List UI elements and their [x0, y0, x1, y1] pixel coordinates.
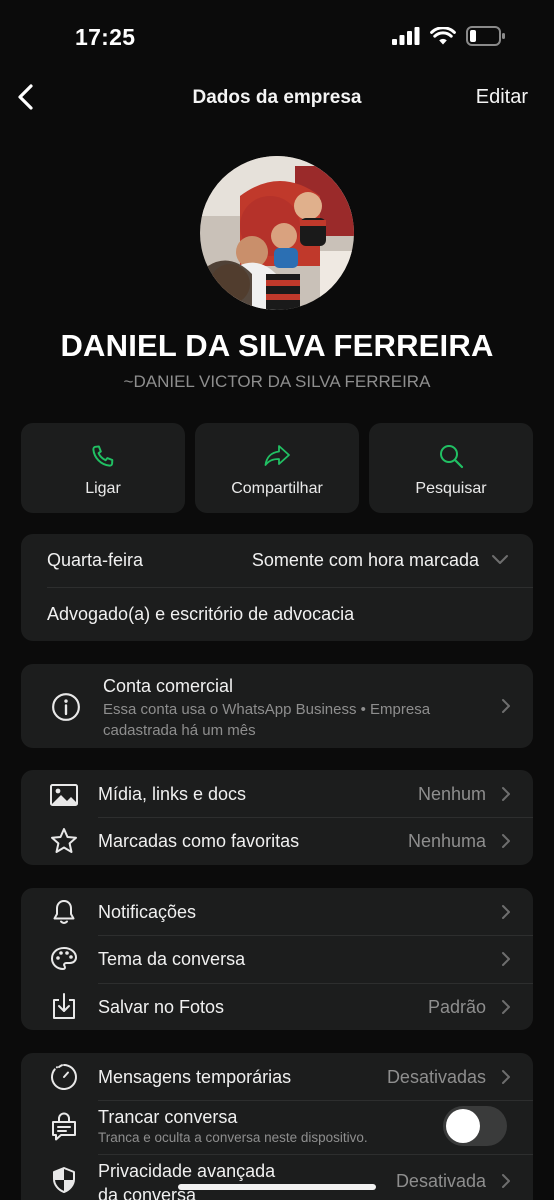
wifi-icon [430, 26, 456, 44]
starred-messages-row[interactable]: Marcadas como favoritas Nenhuma [21, 818, 533, 865]
search-icon [440, 445, 464, 469]
chevron-right-icon [502, 905, 510, 919]
advanced-privacy-value: Desativada [395, 1171, 486, 1191]
privacy-card: Mensagens temporárias Desativadas Tranca… [21, 1053, 533, 1200]
starred-label: Marcadas como favoritas [98, 831, 300, 851]
chevron-right-icon [502, 787, 510, 801]
status-icons [392, 26, 506, 46]
advanced-privacy-label-line1: Privacidade avançada [98, 1161, 276, 1181]
profile-photo [200, 156, 354, 310]
media-value: Nenhum [417, 784, 486, 804]
bell-icon [53, 900, 75, 924]
info-icon [52, 693, 80, 721]
chevron-right-icon [502, 699, 510, 713]
avatar[interactable] [200, 156, 354, 310]
advanced-privacy-row[interactable]: Privacidade avançada da conversa Desativ… [21, 1155, 533, 1200]
business-hours-row[interactable]: Quarta-feira Somente com hora marcada [21, 534, 533, 587]
chat-lock-icon [52, 1112, 76, 1141]
notifications-row[interactable]: Notificações [21, 888, 533, 935]
chat-settings-card: Notificações Tema da conversa Salvar no … [21, 888, 533, 1030]
chevron-right-icon [502, 834, 510, 848]
save-to-photos-row[interactable]: Salvar no Fotos Padrão [21, 984, 533, 1030]
navigation-bar: Dados da empresa Editar [0, 70, 554, 126]
chevron-right-icon [502, 952, 510, 966]
media-links-docs-row[interactable]: Mídia, links e docs Nenhum [21, 770, 533, 817]
media-label: Mídia, links e docs [98, 784, 247, 804]
lock-chat-toggle[interactable] [443, 1106, 507, 1146]
profile-push-name: ~DANIEL VICTOR DA SILVA FERREIRA [123, 372, 431, 391]
business-account-title: Conta comercial [103, 676, 234, 696]
business-day: Quarta-feira [47, 550, 144, 570]
save-to-photos-value: Padrão [427, 997, 486, 1017]
download-icon [53, 993, 75, 1019]
share-button[interactable]: Compartilhar [195, 423, 359, 513]
chevron-right-icon [502, 1174, 510, 1188]
business-account-description: Essa conta usa o WhatsApp Business • Emp… [103, 701, 431, 739]
business-account-card[interactable]: Conta comercial Essa conta usa o WhatsAp… [21, 664, 533, 748]
lock-chat-subtitle: Tranca e oculta a conversa neste disposi… [98, 1130, 368, 1145]
share-icon [264, 445, 290, 466]
business-category: Advogado(a) e escritório de advocacia [47, 604, 355, 624]
chat-theme-row[interactable]: Tema da conversa [21, 936, 533, 983]
save-to-photos-label: Salvar no Fotos [98, 997, 225, 1017]
disappearing-messages-value: Desativadas [386, 1067, 486, 1087]
business-category-row: Advogado(a) e escritório de advocacia [21, 588, 533, 641]
page-title: Dados da empresa [192, 87, 362, 108]
business-info-card: Quarta-feira Somente com hora marcada Ad… [21, 534, 533, 641]
chevron-right-icon [502, 1070, 510, 1084]
status-bar: 17:25 [0, 0, 554, 70]
home-indicator[interactable] [178, 1184, 376, 1190]
call-button[interactable]: Ligar [21, 423, 185, 513]
lock-chat-label: Trancar conversa [98, 1107, 238, 1127]
phone-icon [92, 445, 114, 467]
palette-icon [51, 947, 77, 970]
profile-name: DANIEL DA SILVA FERREIRA [60, 328, 494, 363]
disappearing-messages-row[interactable]: Mensagens temporárias Desativadas [21, 1053, 533, 1100]
battery-icon [466, 26, 505, 46]
disappearing-messages-label: Mensagens temporárias [98, 1067, 292, 1087]
lock-chat-row: Trancar conversa Tranca e oculta a conve… [21, 1101, 533, 1154]
edit-button[interactable]: Editar [476, 86, 528, 109]
toggle-knob [446, 1109, 480, 1143]
notifications-label: Notificações [98, 902, 197, 922]
advanced-privacy-label: Privacidade avançada da conversa [98, 1159, 275, 1200]
call-label: Ligar [85, 480, 121, 497]
shield-icon [53, 1167, 75, 1193]
business-hours: Somente com hora marcada [251, 550, 479, 570]
chat-theme-label: Tema da conversa [98, 949, 246, 969]
star-icon [51, 828, 77, 853]
search-label: Pesquisar [415, 480, 487, 497]
share-label: Compartilhar [231, 480, 323, 497]
media-card: Mídia, links e docs Nenhum Marcadas como… [21, 770, 533, 865]
signal-icon [392, 27, 420, 45]
status-time: 17:25 [75, 24, 136, 50]
search-button[interactable]: Pesquisar [369, 423, 533, 513]
chevron-down-icon [492, 555, 508, 564]
image-icon [50, 784, 78, 806]
chevron-right-icon [502, 1000, 510, 1014]
starred-value: Nenhuma [407, 831, 486, 851]
timer-icon [51, 1064, 77, 1090]
